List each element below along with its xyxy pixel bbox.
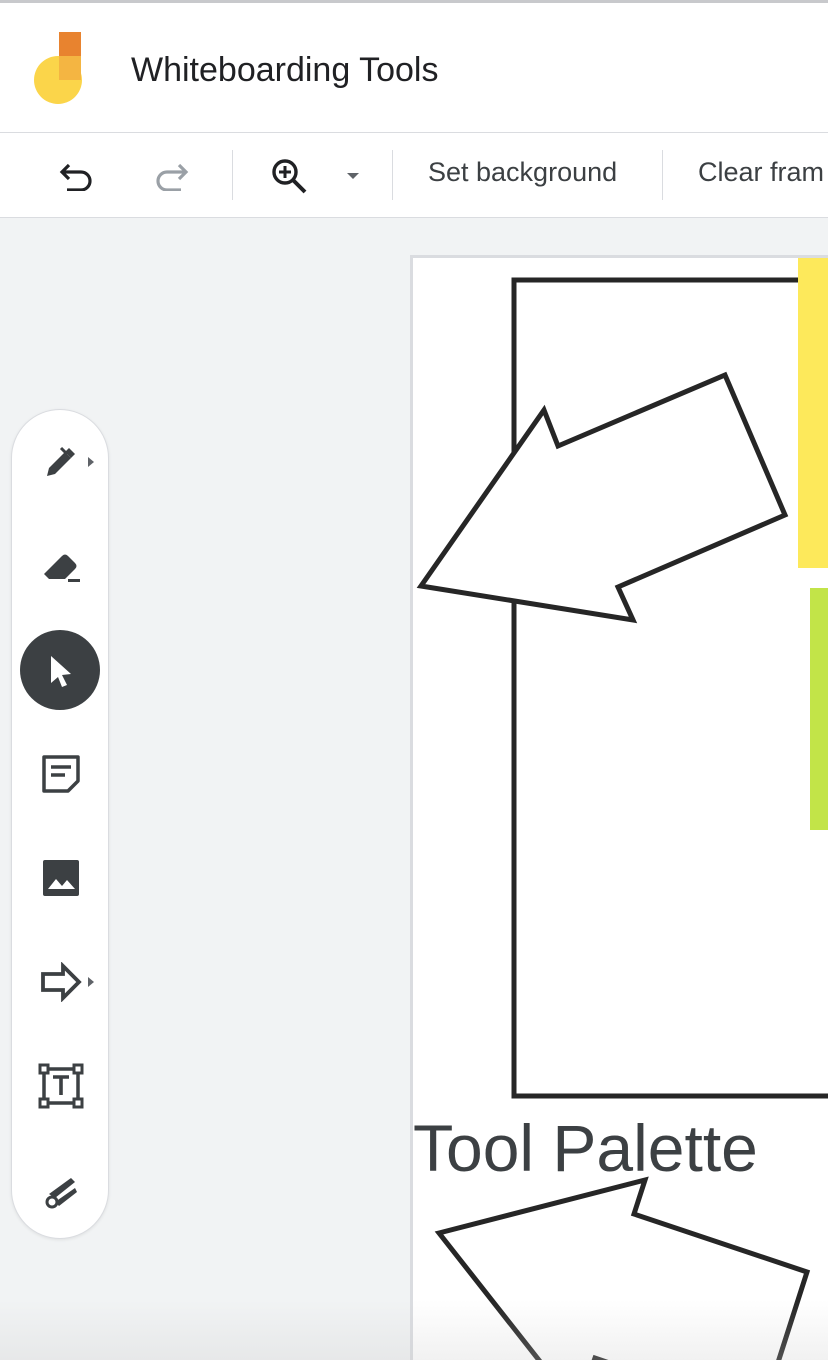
zoom-dropdown-button[interactable] — [338, 163, 368, 189]
undo-icon — [59, 163, 92, 191]
toolbar-separator — [392, 150, 393, 200]
eraser-tool[interactable] — [12, 526, 110, 606]
canvas-text-label[interactable]: Tool Palette — [413, 1110, 758, 1186]
arrow-shape[interactable] — [416, 371, 789, 624]
select-arrow-icon — [51, 656, 71, 687]
sticky-note-tool[interactable] — [12, 734, 110, 814]
arrow-shape[interactable] — [434, 1176, 811, 1360]
redo-button[interactable] — [146, 153, 198, 199]
set-background-button[interactable]: Set background — [428, 157, 617, 188]
submenu-caret-icon — [88, 977, 94, 987]
eraser-icon — [44, 554, 80, 582]
shape-tool[interactable] — [12, 942, 110, 1022]
app-title: Whiteboarding Tools — [131, 51, 439, 89]
text-box-tool[interactable] — [12, 1046, 110, 1126]
caret-down-icon — [347, 173, 359, 179]
zoom-in-icon — [272, 159, 307, 194]
toolbar-separator — [662, 150, 663, 200]
sticky-note-icon — [42, 755, 80, 793]
app: Whiteboarding Tools Set background Clear… — [0, 0, 828, 1360]
app-header: Whiteboarding Tools — [0, 0, 828, 133]
whiteboard-canvas[interactable]: Tool Palette — [410, 255, 828, 1360]
submenu-caret-icon — [88, 457, 94, 467]
shape-arrow-icon — [41, 962, 82, 1002]
canvas-arrows — [416, 371, 811, 1360]
clear-frame-button[interactable]: Clear fram — [698, 157, 824, 188]
pen-icon — [47, 446, 75, 476]
tool-palette — [11, 409, 109, 1239]
jamboard-logo — [34, 32, 82, 104]
pen-tool[interactable] — [12, 422, 110, 502]
text-box-icon — [38, 1063, 84, 1109]
zoom-button[interactable] — [264, 151, 314, 201]
redo-icon — [156, 163, 189, 191]
laser-icon — [45, 1178, 77, 1209]
laser-tool[interactable] — [12, 1150, 110, 1230]
undo-button[interactable] — [50, 153, 102, 199]
image-tool[interactable] — [12, 838, 110, 918]
image-icon — [43, 860, 79, 896]
toolbar: Set background Clear fram — [0, 133, 828, 218]
select-tool[interactable] — [12, 630, 110, 710]
toolbar-separator — [232, 150, 233, 200]
